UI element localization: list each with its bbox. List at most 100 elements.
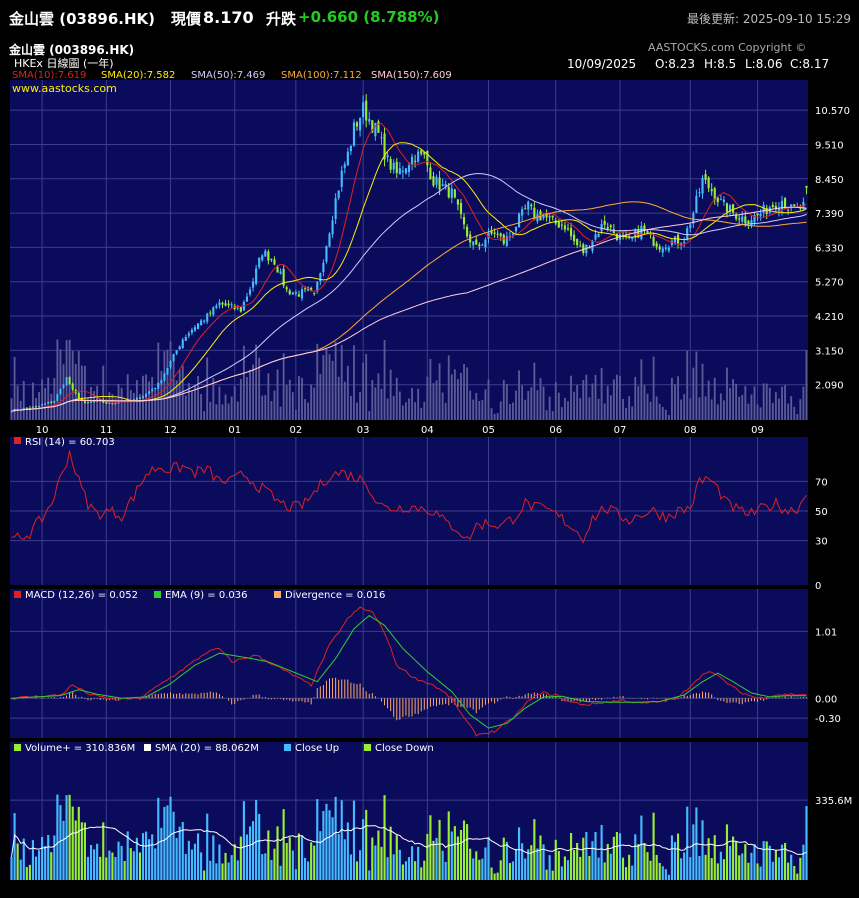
volume-bar[interactable] xyxy=(459,829,463,880)
candle-body[interactable] xyxy=(521,209,524,216)
volume-bar[interactable] xyxy=(157,797,160,880)
candle-body[interactable] xyxy=(47,401,50,404)
candle-body[interactable] xyxy=(190,329,193,333)
volume-bar[interactable] xyxy=(469,848,472,880)
volume-bar[interactable] xyxy=(683,852,686,880)
volume-bar[interactable] xyxy=(25,867,28,880)
candle-body[interactable] xyxy=(374,122,377,137)
volume-bar[interactable] xyxy=(212,835,215,880)
volume-bar[interactable] xyxy=(582,837,585,880)
candle-body[interactable] xyxy=(557,221,560,228)
candle-body[interactable] xyxy=(456,199,459,205)
volume-bar[interactable] xyxy=(129,848,132,880)
volume-bar[interactable] xyxy=(166,805,169,880)
volume-bar[interactable] xyxy=(337,834,340,880)
volume-bar[interactable] xyxy=(401,864,404,880)
candle-body[interactable] xyxy=(331,220,334,235)
volume-bar[interactable] xyxy=(591,841,594,880)
volume-bar[interactable] xyxy=(680,858,683,880)
candle-body[interactable] xyxy=(279,271,282,274)
candle-body[interactable] xyxy=(224,303,227,306)
candle-body[interactable] xyxy=(481,244,484,246)
candle-body[interactable] xyxy=(108,402,111,404)
candle-body[interactable] xyxy=(420,150,423,154)
volume-bar[interactable] xyxy=(22,838,25,880)
volume-bar[interactable] xyxy=(762,841,765,880)
volume-bar[interactable] xyxy=(310,842,313,880)
candle-body[interactable] xyxy=(747,220,750,224)
candle-body[interactable] xyxy=(771,205,774,207)
volume-bar[interactable] xyxy=(453,826,456,880)
candle-body[interactable] xyxy=(414,160,417,162)
candle-body[interactable] xyxy=(667,247,670,251)
volume-bar[interactable] xyxy=(579,856,582,880)
volume-bar[interactable] xyxy=(481,858,484,880)
candle-body[interactable] xyxy=(114,403,117,405)
volume-bar[interactable] xyxy=(508,863,511,880)
volume-bar[interactable] xyxy=(163,806,166,880)
volume-bar[interactable] xyxy=(154,848,157,880)
volume-bar[interactable] xyxy=(563,856,567,880)
volume-bar[interactable] xyxy=(291,850,294,880)
volume-bar[interactable] xyxy=(649,860,652,880)
volume-bar[interactable] xyxy=(490,867,493,880)
volume-bar[interactable] xyxy=(89,844,93,880)
volume-bar[interactable] xyxy=(383,795,386,880)
volume-bar[interactable] xyxy=(371,837,374,880)
candle-body[interactable] xyxy=(362,102,365,118)
volume-bar[interactable] xyxy=(615,831,618,880)
candle-body[interactable] xyxy=(56,394,59,401)
candle-body[interactable] xyxy=(398,168,401,175)
candle-body[interactable] xyxy=(340,170,343,187)
candle-body[interactable] xyxy=(31,406,35,408)
candle-body[interactable] xyxy=(582,244,585,253)
volume-bar[interactable] xyxy=(203,870,206,880)
volume-bar[interactable] xyxy=(41,836,44,880)
candle-body[interactable] xyxy=(169,360,172,368)
volume-bar[interactable] xyxy=(47,834,50,880)
volume-bar[interactable] xyxy=(285,843,288,880)
volume-bar[interactable] xyxy=(236,860,239,880)
candle-body[interactable] xyxy=(646,231,649,233)
candle-body[interactable] xyxy=(744,216,747,224)
volume-bar[interactable] xyxy=(429,815,432,880)
volume-bar[interactable] xyxy=(264,853,267,880)
volume-bar[interactable] xyxy=(13,813,16,880)
volume-bar[interactable] xyxy=(368,870,371,880)
volume-bar[interactable] xyxy=(160,827,163,880)
candle-body[interactable] xyxy=(401,170,404,173)
candle-body[interactable] xyxy=(230,304,233,306)
volume-bar[interactable] xyxy=(637,844,640,880)
candle-body[interactable] xyxy=(187,333,190,336)
volume-bar[interactable] xyxy=(741,853,744,880)
volume-bar[interactable] xyxy=(169,796,172,880)
volume-bar[interactable] xyxy=(539,835,542,880)
candle-body[interactable] xyxy=(640,226,643,240)
volume-bar[interactable] xyxy=(560,866,563,880)
candle-body[interactable] xyxy=(466,226,469,237)
candle-body[interactable] xyxy=(346,151,349,166)
candle-body[interactable] xyxy=(793,204,796,207)
candle-body[interactable] xyxy=(44,403,47,405)
volume-bar[interactable] xyxy=(652,812,655,880)
candle-body[interactable] xyxy=(389,158,392,170)
candle-body[interactable] xyxy=(365,100,368,121)
volume-bar[interactable] xyxy=(450,831,453,880)
volume-bar[interactable] xyxy=(346,822,349,880)
candle-body[interactable] xyxy=(157,382,160,389)
volume-bar[interactable] xyxy=(233,844,236,880)
candle-body[interactable] xyxy=(151,389,154,391)
candle-body[interactable] xyxy=(276,266,279,273)
volume-bar[interactable] xyxy=(420,867,423,880)
volume-bar[interactable] xyxy=(417,846,420,880)
volume-bar[interactable] xyxy=(209,860,212,880)
volume-bar[interactable] xyxy=(227,862,230,880)
candle-body[interactable] xyxy=(251,281,255,288)
volume-bar[interactable] xyxy=(102,822,105,880)
volume-bar[interactable] xyxy=(618,833,622,880)
candle-body[interactable] xyxy=(337,190,340,199)
volume-bar[interactable] xyxy=(307,861,310,880)
volume-bar[interactable] xyxy=(93,849,96,880)
volume-bar[interactable] xyxy=(732,836,735,880)
volume-bar[interactable] xyxy=(725,824,729,880)
